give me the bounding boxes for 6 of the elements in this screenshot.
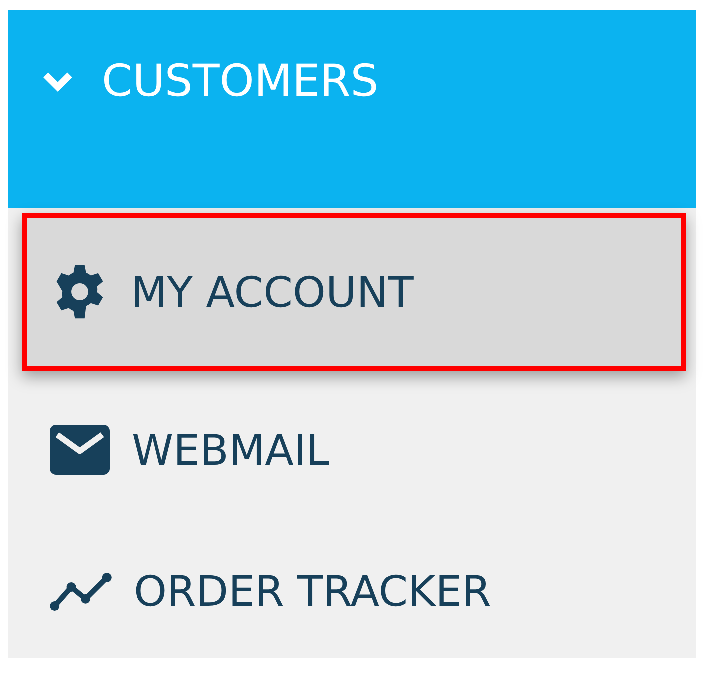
menu-item[interactable]: MY ACCOUNT: [22, 213, 686, 371]
mail-icon: [50, 425, 110, 475]
menu-item[interactable]: ORDER TRACKER: [8, 529, 696, 654]
line-chart-icon: [50, 572, 112, 610]
menu-item[interactable]: WEBMAIL: [8, 371, 696, 529]
menu-title: CUSTOMERS: [102, 56, 379, 109]
